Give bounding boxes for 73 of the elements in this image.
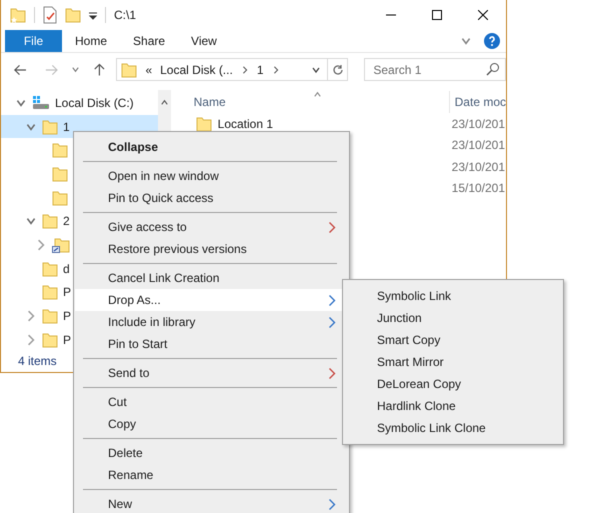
folder-icon: [42, 118, 58, 135]
menu-item[interactable]: Delete: [75, 442, 348, 464]
folder-icon: [42, 308, 58, 324]
address-overflow[interactable]: «: [145, 60, 152, 78]
tree-item[interactable]: Local Disk (C:): [1, 91, 135, 115]
folder-icon: [52, 190, 68, 206]
tree-item[interactable]: P: [1, 328, 72, 350]
column-header[interactable]: Date moc: [454, 92, 506, 110]
tree-item[interactable]: 2: [1, 209, 71, 234]
menu-item[interactable]: Symbolic Link Clone: [343, 417, 563, 439]
menu-item[interactable]: Smart Mirror: [343, 351, 563, 373]
date-cell-text: 15/10/201: [452, 180, 506, 198]
menu-item[interactable]: Smart Copy: [343, 329, 563, 351]
menu-item[interactable]: Collapse: [75, 136, 348, 158]
date-cell-text: 23/10/201: [452, 116, 506, 133]
file-name[interactable]: Location 1: [218, 114, 274, 133]
tree-item[interactable]: d: [1, 256, 71, 280]
tree-item-label: P: [63, 332, 72, 349]
breadcrumb-chevron-icon: [240, 66, 249, 74]
linked-folder-icon: [52, 236, 70, 253]
menu-item[interactable]: Give access to: [75, 216, 348, 238]
ribbon-tab[interactable]: Home: [62, 30, 120, 52]
close-icon: [478, 10, 488, 20]
help-icon[interactable]: [484, 33, 500, 49]
tree-item-label: 1: [63, 118, 70, 136]
folder-icon: [42, 332, 58, 348]
up-arrow-icon[interactable]: [92, 62, 106, 78]
breadcrumb[interactable]: Local Disk (...: [160, 60, 233, 78]
expand-chevron-icon[interactable]: [25, 334, 37, 346]
column-header[interactable]: Name: [194, 92, 449, 110]
dropdown-icon[interactable]: [88, 10, 98, 20]
tree-item-label: P: [63, 284, 72, 302]
tree-item-label: d: [63, 260, 70, 278]
breadcrumb-chevron-icon: [272, 66, 280, 74]
refresh-icon: [332, 64, 344, 76]
ribbon-tab[interactable]: Share: [120, 30, 178, 52]
tree-item-label: P: [63, 308, 72, 326]
maximize-icon: [432, 10, 442, 20]
folder-icon: [42, 260, 58, 277]
drive-icon: [32, 94, 50, 111]
tree-item[interactable]: P: [1, 280, 72, 304]
date-cell-text: 23/10/201: [452, 137, 506, 154]
refresh-button[interactable]: [328, 58, 348, 81]
menu-item[interactable]: New: [75, 493, 348, 513]
scroll-up-icon: [160, 98, 169, 107]
folder-icon: [42, 284, 58, 300]
menu-item[interactable]: Open in new window: [75, 165, 348, 187]
file-tab[interactable]: File: [5, 30, 62, 52]
folder-icon: [121, 62, 138, 78]
tree-item-label: 2: [63, 213, 70, 230]
menu-item[interactable]: Pin to Quick access: [75, 187, 348, 209]
properties-icon[interactable]: [42, 6, 58, 24]
expand-chevron-icon[interactable]: [25, 310, 37, 322]
window-title: C:\1: [114, 7, 136, 24]
expand-chevron-icon[interactable]: [35, 238, 47, 251]
folder-icon: [42, 213, 58, 230]
tree-item[interactable]: P: [1, 304, 72, 328]
search-field[interactable]: Search 1: [364, 58, 506, 81]
ribbon-tab[interactable]: View: [178, 30, 230, 52]
address-bar[interactable]: « Local Disk (... 1: [116, 58, 328, 81]
menu-item[interactable]: Restore previous versions: [75, 238, 348, 260]
search-icon: [486, 62, 500, 76]
status-text: 4 items: [18, 353, 57, 370]
breadcrumb[interactable]: 1: [256, 60, 264, 78]
tree-item-label: Local Disk (C:): [55, 94, 134, 112]
menu-item[interactable]: DeLorean Copy: [343, 373, 563, 395]
new-folder-icon: [65, 7, 81, 23]
folder-icon: [52, 166, 68, 182]
menu-item[interactable]: Hardlink Clone: [343, 395, 563, 417]
folder-icon: [52, 142, 68, 158]
recent-locations-icon: [70, 65, 80, 74]
date-cell-text: 23/10/201: [452, 158, 506, 176]
menu-item[interactable]: Rename: [75, 464, 348, 486]
